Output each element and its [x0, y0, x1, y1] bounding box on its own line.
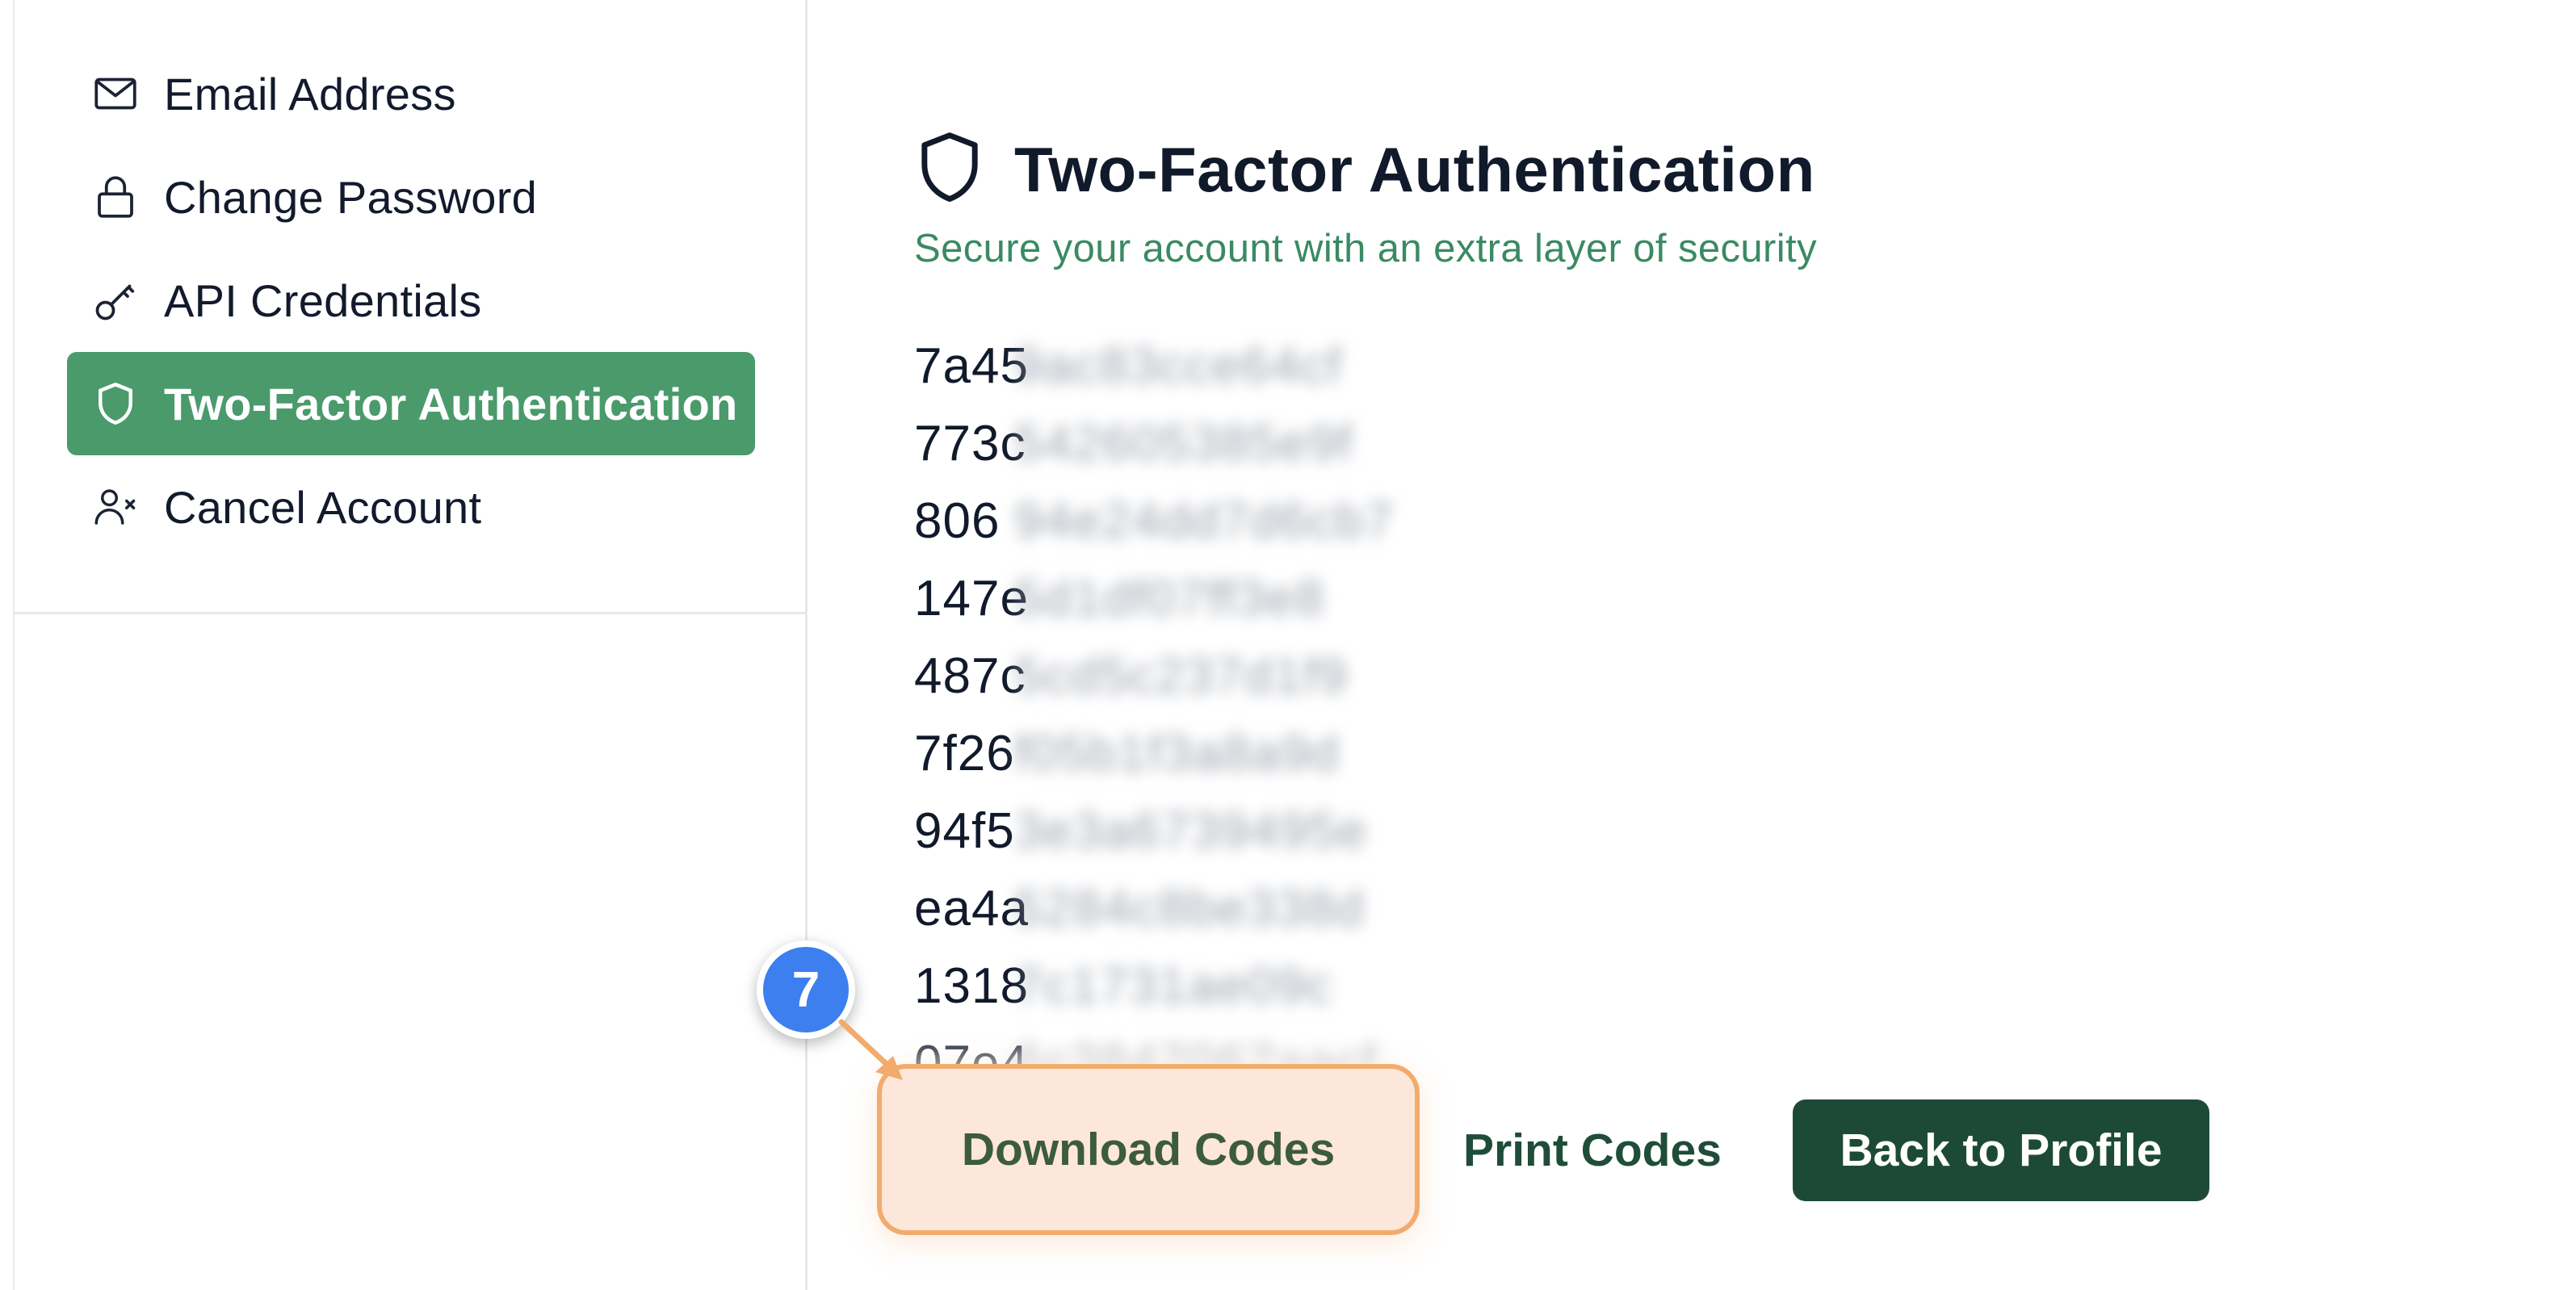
shield-icon — [91, 379, 140, 428]
code-redacted-part: 7c1731ae09c — [1014, 957, 1333, 1014]
shield-icon — [914, 129, 985, 211]
sidebar-item-two-factor-authentication[interactable]: Two-Factor Authentication — [67, 352, 755, 455]
page-title: Two-Factor Authentication — [1014, 134, 1815, 205]
code-redacted-part: 5cd5c237d1f9 — [1014, 647, 1349, 704]
backup-code: 806 94e24dd7d6cb7 — [914, 482, 1395, 559]
backup-code: 7f26 f05b1f3a8a9d — [914, 714, 1395, 792]
key-icon — [91, 276, 140, 325]
sidebar-item-label: Email Address — [164, 68, 456, 119]
main-content: Two-Factor Authentication Secure your ac… — [808, 0, 2576, 1290]
sidebar: Email Address Change Password API Creden… — [0, 0, 808, 1290]
page-subtitle: Secure your account with an extra layer … — [914, 227, 1817, 270]
user-remove-icon — [91, 483, 140, 531]
download-codes-button[interactable]: Download Codes — [877, 1064, 1420, 1235]
backup-codes-list: 7a45 9ac83cce64cf 773c 542605385e9f 806 94e… — [914, 327, 1395, 1102]
code-visible-part: 1318 — [914, 957, 1029, 1014]
code-visible-part: ea4a — [914, 880, 1029, 936]
code-redacted-part: f05b1f3a8a9d — [1014, 725, 1340, 781]
backup-code: ea4a 5284c8be338d — [914, 869, 1395, 947]
sidebar-divider — [13, 612, 808, 614]
sidebar-item-label: API Credentials — [164, 274, 482, 326]
backup-code: 1318 7c1731ae09c — [914, 947, 1395, 1024]
backup-code: 94f5 3e3a6739495e — [914, 792, 1395, 869]
sidebar-item-cancel-account[interactable]: Cancel Account — [67, 455, 755, 559]
sidebar-item-label: Cancel Account — [164, 481, 482, 533]
code-redacted-part: 542605385e9f — [1014, 415, 1354, 471]
back-to-profile-button[interactable]: Back to Profile — [1793, 1099, 2209, 1201]
backup-code: 773c 542605385e9f — [914, 404, 1395, 482]
backup-code: 487c 5cd5c237d1f9 — [914, 637, 1395, 714]
code-redacted-part: 5d1df07ff3e8 — [1014, 570, 1325, 626]
mail-icon — [91, 69, 140, 118]
code-visible-part: 806 — [914, 492, 1001, 549]
code-visible-part: 7a45 — [914, 337, 1029, 394]
sidebar-item-change-password[interactable]: Change Password — [67, 145, 755, 249]
code-visible-part: 94f5 — [914, 802, 1015, 859]
code-visible-part: 7f26 — [914, 725, 1015, 781]
step-pointer-arrow — [838, 1019, 903, 1080]
section-header: Two-Factor Authentication — [914, 129, 1815, 211]
backup-code: 147e 5d1df07ff3e8 — [914, 559, 1395, 637]
lock-icon — [91, 173, 140, 221]
code-visible-part: 773c — [914, 415, 1026, 471]
code-redacted-part: 5284c8be338d — [1014, 880, 1366, 936]
sidebar-item-label: Change Password — [164, 171, 538, 223]
code-redacted-part: 94e24dd7d6cb7 — [1014, 492, 1395, 549]
code-visible-part: 487c — [914, 647, 1026, 704]
code-visible-part: 147e — [914, 570, 1029, 626]
backup-code: 7a45 9ac83cce64cf — [914, 327, 1395, 404]
sidebar-item-label: Two-Factor Authentication — [164, 378, 738, 429]
code-redacted-part: 9ac83cce64cf — [1014, 337, 1343, 394]
sidebar-item-email-address[interactable]: Email Address — [67, 42, 755, 145]
sidebar-edge — [13, 0, 15, 1290]
print-codes-button[interactable]: Print Codes — [1463, 1099, 1722, 1201]
settings-nav: Email Address Change Password API Creden… — [67, 42, 755, 559]
sidebar-item-api-credentials[interactable]: API Credentials — [67, 249, 755, 352]
code-redacted-part: 3e3a6739495e — [1014, 802, 1368, 859]
